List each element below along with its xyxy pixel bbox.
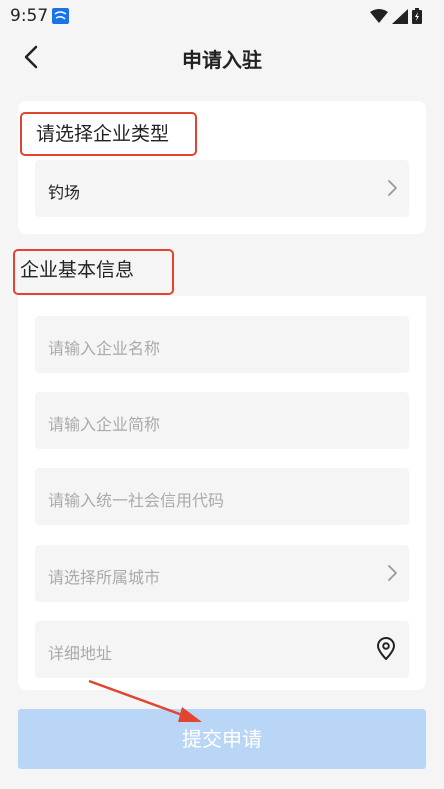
submit-application-button[interactable]: 提交申请 [18, 709, 426, 769]
company-name-input[interactable]: 请输入企业名称 [35, 316, 409, 373]
company-name-placeholder: 请输入企业名称 [48, 339, 161, 358]
navigation-bar: 申请入驻 [0, 30, 444, 84]
wifi-icon [370, 8, 388, 23]
credit-code-placeholder: 请输入统一社会信用代码 [48, 491, 225, 510]
page-title: 申请入驻 [182, 48, 262, 72]
company-short-name-input[interactable]: 请输入企业简称 [35, 392, 409, 449]
annotation-highlight-box [20, 112, 197, 156]
chevron-right-icon [388, 180, 397, 196]
app-notification-icon [52, 8, 69, 24]
annotation-highlight-box [13, 249, 174, 295]
credit-code-input[interactable]: 请输入统一社会信用代码 [35, 468, 409, 525]
address-placeholder: 详细地址 [48, 644, 113, 663]
company-short-name-placeholder: 请输入企业简称 [48, 415, 161, 434]
enterprise-type-select[interactable]: 钓场 [35, 160, 409, 217]
enterprise-type-value: 钓场 [48, 183, 81, 202]
chevron-right-icon [388, 565, 397, 581]
status-indicators [370, 8, 422, 24]
address-input[interactable]: 详细地址 [35, 621, 409, 678]
status-time: 9:57 [10, 6, 49, 26]
city-select[interactable]: 请选择所属城市 [35, 545, 409, 602]
signal-icon [392, 8, 408, 24]
battery-icon [412, 8, 422, 24]
location-pin-icon[interactable] [375, 637, 397, 661]
city-placeholder: 请选择所属城市 [48, 568, 161, 587]
status-bar: 9:57 [0, 0, 444, 30]
